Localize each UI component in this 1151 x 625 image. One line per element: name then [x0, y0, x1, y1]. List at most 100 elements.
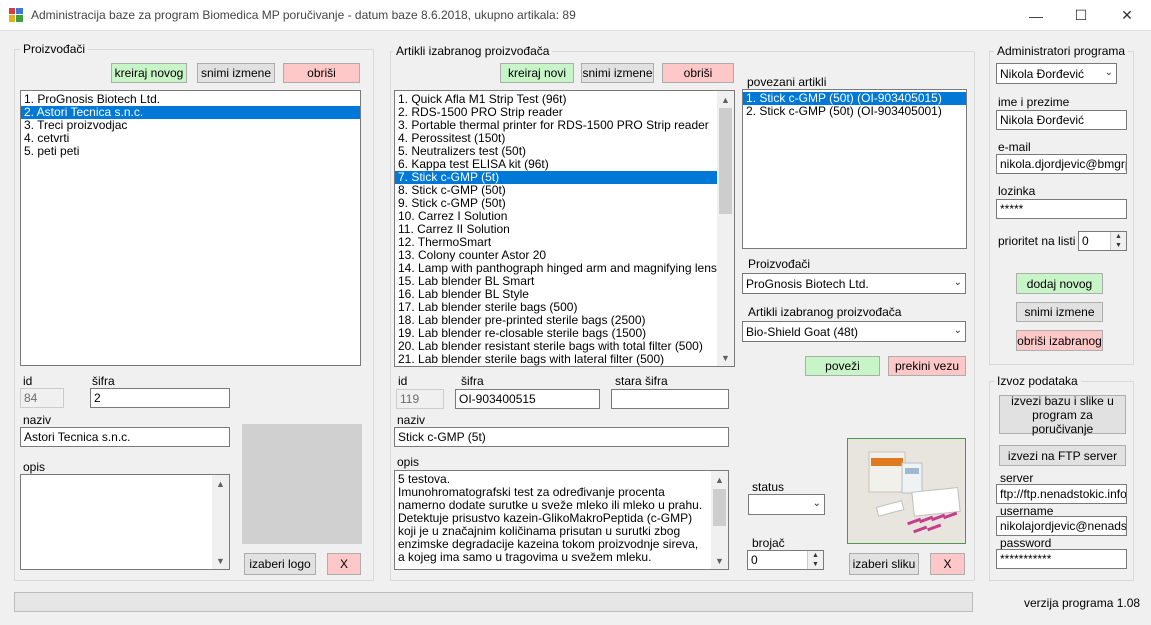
- save-article-button[interactable]: snimi izmene: [581, 63, 654, 83]
- manufacturers-list[interactable]: 1. ProGnosis Biotech Ltd. 2. Astori Tecni…: [20, 90, 361, 366]
- articles-group-title: Artikli izabranog proizvođača: [393, 44, 553, 58]
- close-button[interactable]: ✕: [1104, 0, 1150, 31]
- manufacturer-select-value: ProGnosis Biotech Ltd.: [746, 277, 869, 291]
- manufacturer-code-field[interactable]: 2: [90, 388, 230, 408]
- manufacturer-description-scrollbar[interactable]: ▲ ▼: [212, 475, 229, 569]
- administrator-select[interactable]: Nikola Đorđević ⌄: [996, 63, 1117, 84]
- related-articles-list[interactable]: 1. Stick c-GMP (50t) (OI-903405015) 2. St…: [742, 89, 967, 249]
- admin-priority-label: prioritet na listi: [998, 234, 1076, 248]
- version-label: verzija programa 1.08: [1024, 596, 1141, 610]
- manufacturer-id-label: id: [23, 374, 33, 388]
- article-description-label: opis: [397, 455, 420, 469]
- app-icon: [9, 8, 23, 22]
- maximize-button[interactable]: ☐: [1058, 0, 1104, 31]
- counter-label: brojač: [752, 536, 785, 550]
- manufacturers-group-title: Proizvođači: [20, 42, 89, 56]
- manufacturer-logo-image: [242, 424, 362, 544]
- export-ftp-button[interactable]: izvezi na FTP server: [999, 445, 1126, 466]
- article-name-label: naziv: [397, 413, 426, 427]
- remove-logo-button[interactable]: X: [327, 553, 361, 575]
- scroll-thumb[interactable]: [713, 489, 726, 526]
- manufacturer-id-field: 84: [20, 388, 64, 408]
- admin-name-field[interactable]: Nikola Đorđević: [996, 110, 1127, 130]
- scroll-thumb[interactable]: [719, 108, 732, 214]
- create-article-button[interactable]: kreiraj novi: [500, 63, 574, 83]
- admin-priority-stepper[interactable]: 0 ▲ ▼: [1078, 231, 1127, 251]
- delete-admin-button[interactable]: obriši izabranog: [1016, 330, 1103, 351]
- ftp-server-label: server: [1000, 471, 1034, 485]
- admin-email-field[interactable]: nikola.djordjevic@bmgrp.rs: [996, 154, 1127, 174]
- link-article-button[interactable]: poveži: [805, 356, 880, 376]
- scroll-up-arrow-icon[interactable]: ▲: [212, 475, 229, 492]
- progress-bar: [14, 592, 973, 612]
- manufacturer-list-item[interactable]: 3. Treci proizvodjac: [21, 119, 360, 132]
- admin-name-label: ime i prezime: [998, 95, 1070, 109]
- articles-list[interactable]: ▲ ▼ 1. Quick Afla M1 Strip Test (96t) 2. …: [394, 90, 735, 367]
- article-old-code-field[interactable]: [611, 389, 729, 409]
- scroll-down-arrow-icon[interactable]: ▼: [212, 552, 229, 569]
- article-select[interactable]: Bio-Shield Goat (48t) ⌄: [742, 321, 966, 342]
- admin-password-field[interactable]: *****: [996, 199, 1127, 219]
- spin-down-icon[interactable]: ▼: [1111, 241, 1126, 250]
- manufacturer-name-label: naziv: [23, 413, 52, 427]
- manufacturer-select[interactable]: ProGnosis Biotech Ltd. ⌄: [742, 273, 966, 294]
- admin-priority-updown[interactable]: ▲ ▼: [1110, 232, 1126, 250]
- delete-article-button[interactable]: obriši: [662, 63, 734, 83]
- scroll-down-arrow-icon[interactable]: ▼: [717, 349, 734, 366]
- save-manufacturer-button[interactable]: snimi izmene: [197, 63, 275, 83]
- window-title: Administracija baze za program Biomedica…: [31, 8, 576, 22]
- article-code-field[interactable]: OI-903400515: [455, 389, 600, 409]
- manufacturer-code-label: šifra: [92, 374, 115, 388]
- choose-image-button[interactable]: izaberi sliku: [849, 553, 919, 575]
- article-old-code-label: stara šifra: [615, 374, 668, 388]
- administrators-group-title: Administratori programa: [994, 44, 1129, 58]
- ftp-password-field[interactable]: ***********: [996, 549, 1127, 569]
- export-group-title: Izvoz podataka: [994, 374, 1081, 388]
- article-description-field[interactable]: 5 testova. Imunohromatografski test za o…: [394, 470, 729, 570]
- article-select-value: Bio-Shield Goat (48t): [746, 325, 859, 339]
- ftp-server-field[interactable]: ftp://ftp.nenadstokic.info/: [996, 484, 1127, 504]
- admin-password-label: lozinka: [998, 184, 1036, 198]
- admin-email-label: e-mail: [998, 140, 1031, 154]
- save-admin-button[interactable]: snimi izmene: [1016, 302, 1103, 322]
- minimize-button[interactable]: —: [1013, 0, 1059, 31]
- scroll-up-arrow-icon[interactable]: ▲: [717, 91, 734, 108]
- related-article-item[interactable]: 2. Stick c-GMP (50t) (OI-903405001): [743, 105, 966, 118]
- manufacturer-description-text: [21, 475, 229, 479]
- counter-stepper[interactable]: 0 ▲ ▼: [747, 550, 824, 570]
- chevron-down-icon: ⌄: [953, 325, 962, 336]
- ftp-username-field[interactable]: nikolajordjevic@nenadstokic: [996, 516, 1127, 536]
- admin-priority-value: 0: [1082, 234, 1089, 248]
- scroll-up-arrow-icon[interactable]: ▲: [711, 471, 728, 488]
- delete-manufacturer-button[interactable]: obriši: [283, 63, 360, 83]
- manufacturer-name-field[interactable]: Astori Tecnica s.n.c.: [20, 427, 230, 447]
- export-database-button[interactable]: izvezi bazu i slike u program za poručiv…: [999, 394, 1126, 436]
- status-label: status: [752, 480, 785, 494]
- scroll-down-arrow-icon[interactable]: ▼: [711, 552, 728, 569]
- choose-logo-button[interactable]: izaberi logo: [244, 553, 316, 575]
- article-id-field: 119: [396, 389, 444, 409]
- manufacturer-description-field[interactable]: ▲ ▼: [20, 474, 230, 570]
- manufacturer-combo-label: Proizvođači: [748, 257, 811, 271]
- article-combo-label: Artikli izabranog proizvođača: [748, 305, 902, 319]
- administrator-select-value: Nikola Đorđević: [1000, 67, 1085, 81]
- chevron-down-icon: ⌄: [812, 498, 821, 509]
- related-articles-label: povezani artikli: [747, 75, 827, 89]
- article-description-scrollbar[interactable]: ▲ ▼: [711, 471, 728, 569]
- spin-down-icon[interactable]: ▼: [808, 560, 823, 569]
- counter-updown[interactable]: ▲ ▼: [807, 551, 823, 569]
- add-admin-button[interactable]: dodaj novog: [1016, 273, 1103, 294]
- articles-list-scrollbar[interactable]: ▲ ▼: [717, 91, 734, 366]
- ftp-password-label: password: [1000, 536, 1052, 550]
- counter-value: 0: [751, 553, 758, 567]
- create-manufacturer-button[interactable]: kreiraj novog: [111, 63, 187, 83]
- article-list-item[interactable]: 21. Lab blender sterile bags with latera…: [395, 353, 734, 366]
- remove-image-button[interactable]: X: [930, 553, 965, 575]
- article-name-field[interactable]: Stick c-GMP (5t): [394, 427, 729, 447]
- article-id-label: id: [398, 374, 408, 388]
- manufacturer-list-item[interactable]: 5. peti peti: [21, 145, 360, 158]
- article-code-label: šifra: [461, 374, 484, 388]
- title-bar: Administracija baze za program Biomedica…: [0, 0, 1151, 31]
- status-select[interactable]: ⌄: [748, 494, 825, 515]
- unlink-article-button[interactable]: prekini vezu: [888, 356, 966, 376]
